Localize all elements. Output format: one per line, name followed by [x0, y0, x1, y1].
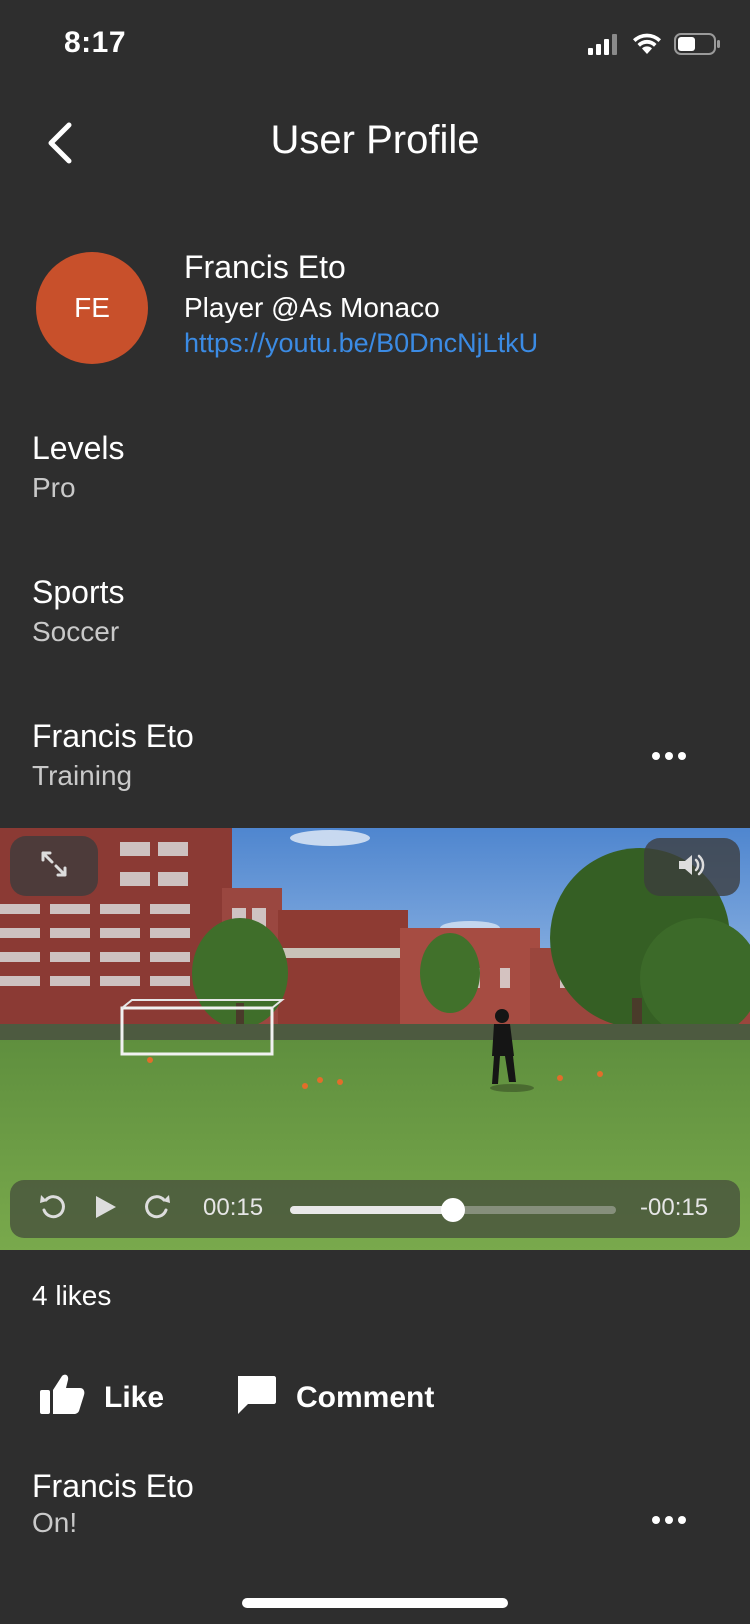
replay-icon [38, 1192, 68, 1227]
profile-role: Player @As Monaco [184, 292, 440, 323]
play-icon [91, 1193, 119, 1226]
status-time: 8:17 [64, 26, 127, 59]
likes-count: 4 likes [32, 1280, 112, 1311]
forward-icon [142, 1192, 172, 1227]
battery-icon [674, 32, 722, 61]
levels-label: Levels [32, 430, 125, 466]
sports-label: Sports [32, 574, 125, 610]
elapsed-time: 00:15 [203, 1194, 264, 1221]
rewind-button[interactable] [36, 1192, 70, 1226]
comment-more-button[interactable] [644, 1500, 694, 1540]
video-controls: 00:15 -00:15 [10, 1180, 740, 1238]
more-horizontal-icon [652, 752, 686, 760]
status-icons [588, 32, 722, 61]
forward-button[interactable] [140, 1192, 174, 1226]
profile-link[interactable]: https://youtu.be/B0DncNjLtkU [184, 326, 538, 360]
post-subtitle: Training [32, 760, 133, 791]
video-player[interactable]: 00:15 -00:15 [0, 828, 750, 1250]
post-author: Francis Eto [32, 718, 194, 754]
volume-button[interactable] [644, 838, 740, 896]
like-button[interactable]: Like [38, 1370, 164, 1426]
levels-value: Pro [32, 472, 76, 503]
scrubber-progress [290, 1206, 453, 1214]
profile-info: Francis Eto Player @As Monaco https://yo… [184, 246, 538, 360]
avatar-initials: FE [74, 292, 110, 323]
volume-icon [677, 852, 707, 883]
expand-button[interactable] [10, 836, 98, 896]
status-bar: 8:17 [0, 0, 750, 90]
cellular-signal-icon [588, 33, 620, 60]
like-label: Like [104, 1381, 165, 1414]
avatar: FE [36, 252, 148, 364]
thumbs-up-icon [38, 1372, 86, 1424]
sports-row: Sports Soccer [32, 572, 124, 650]
comment-author: Francis Eto [32, 1468, 194, 1504]
sports-value: Soccer [32, 616, 120, 647]
home-indicator[interactable] [242, 1598, 508, 1608]
comment-label: Comment [296, 1381, 435, 1414]
comment-text: On! [32, 1507, 78, 1538]
remaining-time: -00:15 [640, 1194, 709, 1221]
video-scrubber[interactable] [290, 1198, 616, 1222]
wifi-icon [632, 33, 662, 60]
levels-row: Levels Pro [32, 428, 125, 506]
navigation-bar: User Profile [0, 90, 750, 200]
comment-item: Francis Eto On! [32, 1466, 194, 1540]
post-more-button[interactable] [644, 736, 694, 776]
profile-name: Francis Eto [184, 249, 346, 285]
page-title: User Profile [270, 118, 480, 162]
scrubber-knob[interactable] [441, 1198, 465, 1222]
profile-header: FE Francis Eto Player @As Monaco https:/… [0, 240, 750, 370]
comment-button[interactable]: Comment [234, 1370, 434, 1426]
expand-icon [40, 850, 68, 883]
more-horizontal-icon [652, 1516, 686, 1524]
play-button[interactable] [88, 1192, 122, 1226]
comment-icon [234, 1372, 278, 1424]
post-header: Francis Eto Training [32, 716, 194, 794]
